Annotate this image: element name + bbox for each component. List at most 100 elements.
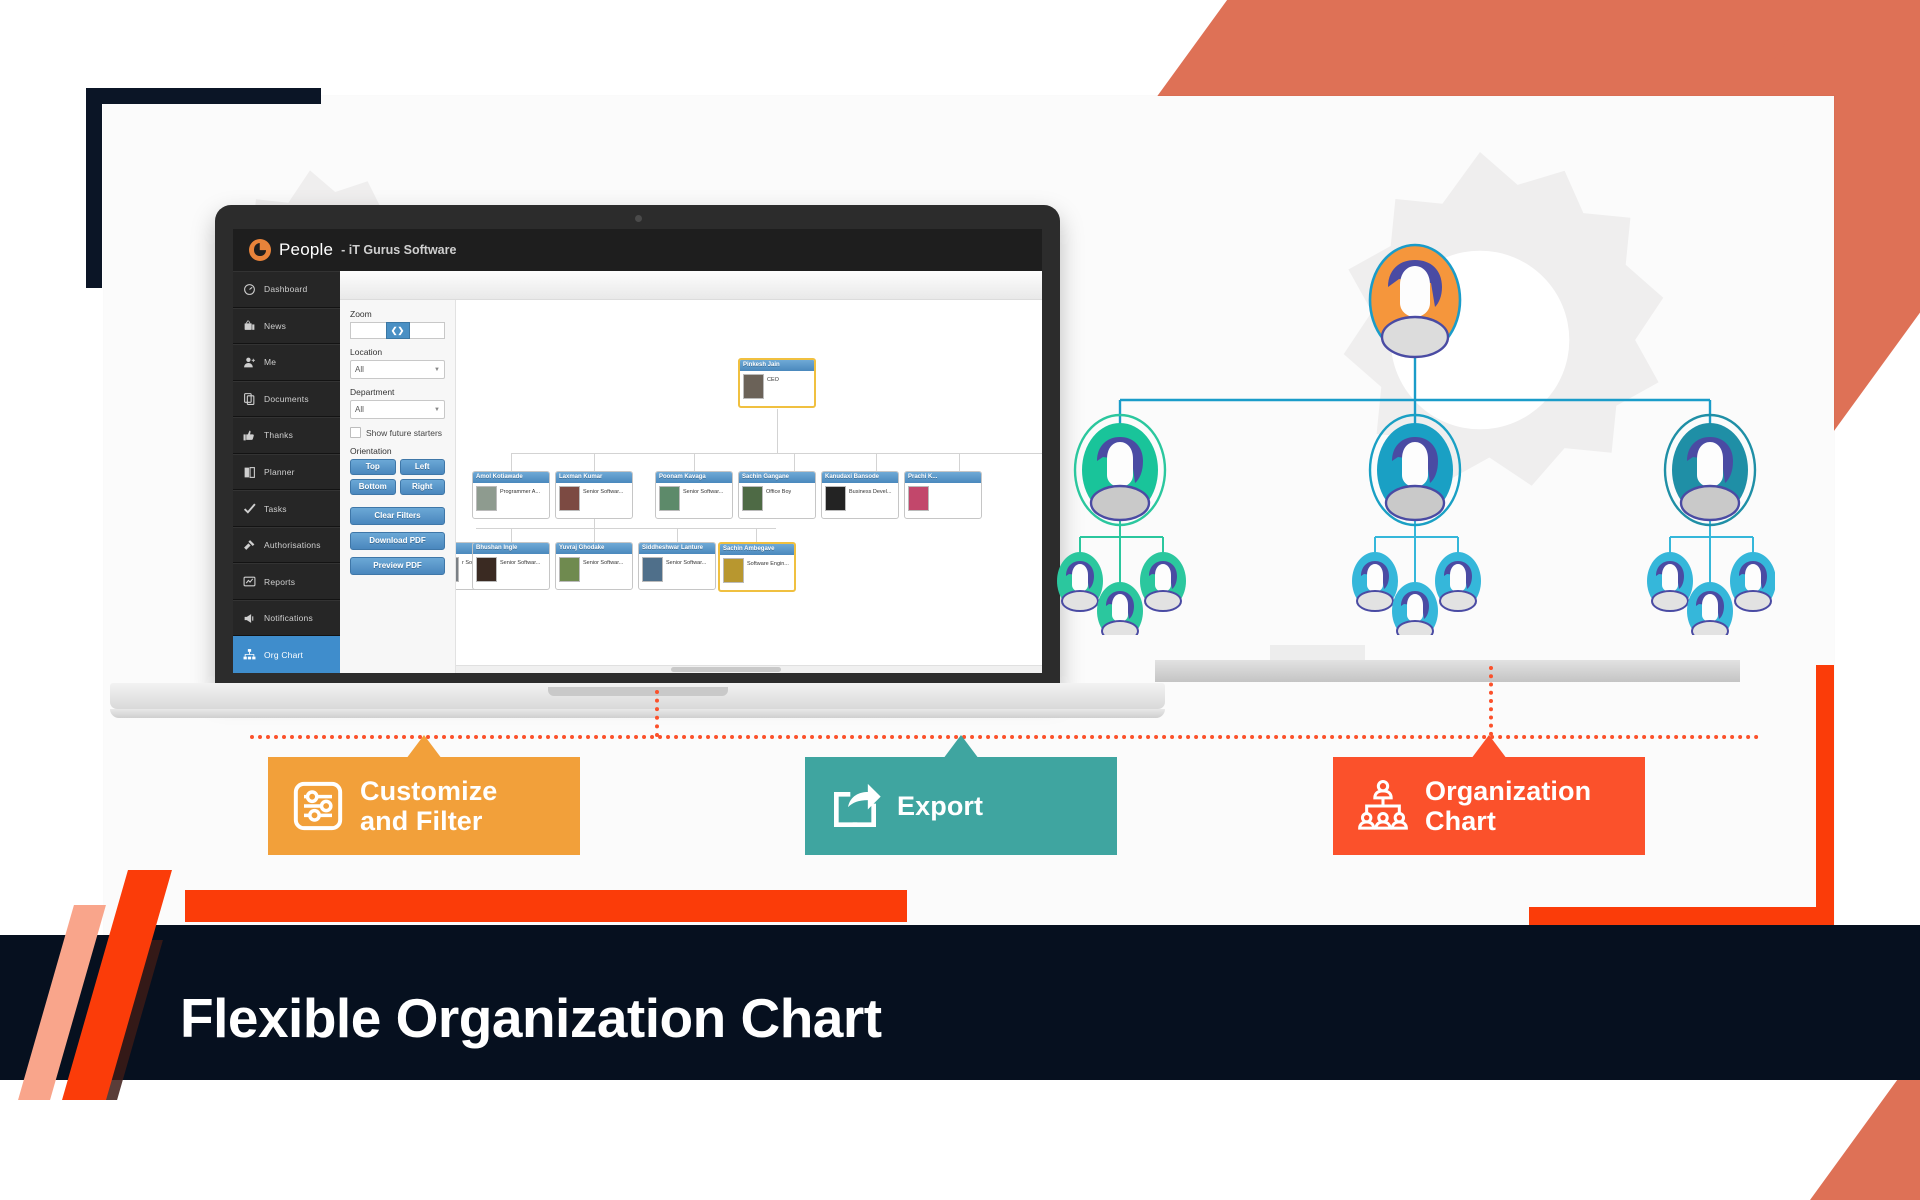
sidebar-item-notifications[interactable]: Notifications bbox=[233, 599, 340, 637]
connector bbox=[959, 453, 960, 471]
org-node[interactable]: Laxman Kumar Senior Softwar... bbox=[555, 471, 633, 519]
callout-line-2: and Filter bbox=[360, 806, 483, 836]
location-select[interactable]: All ▼ bbox=[350, 360, 445, 379]
org-node-body: Software Engin... bbox=[720, 555, 794, 590]
sidebar-item-reports[interactable]: Reports bbox=[233, 563, 340, 600]
app-content: Zoom ❮❯ Location All ▼ Department All ▼ … bbox=[340, 271, 1042, 673]
callout-pointer bbox=[406, 735, 442, 759]
show-future-starters-label: Show future starters bbox=[366, 427, 443, 438]
illus-node-report bbox=[1647, 552, 1693, 612]
org-node-name: Siddheshwar Lanture bbox=[639, 543, 715, 554]
org-chart-canvas[interactable]: Pinkesh Jain CEO Amol Kotiawade Programm… bbox=[455, 300, 1042, 673]
zoom-slider[interactable]: ❮❯ bbox=[350, 322, 445, 339]
person-icon bbox=[242, 355, 257, 370]
org-node-name: Prachi K... bbox=[905, 472, 981, 483]
preview-pdf-button[interactable]: Preview PDF bbox=[350, 557, 445, 575]
orientation-right-button[interactable]: Right bbox=[399, 479, 445, 495]
sidebar-item-news[interactable]: News bbox=[233, 307, 340, 345]
callout-export[interactable]: Export bbox=[805, 735, 1117, 855]
org-node-body: CEO bbox=[740, 371, 814, 406]
org-node[interactable]: Amol Kotiawade Programmer A... bbox=[472, 471, 550, 519]
callout-line-1: Organization bbox=[1425, 775, 1592, 806]
decor-orange-corner-vertical bbox=[1816, 665, 1834, 925]
laptop-screen: People - iT Gurus Software Dashboard New… bbox=[233, 229, 1042, 673]
callout-organization-chart[interactable]: Organization Chart bbox=[1333, 735, 1645, 855]
dotted-connector-vertical-illustration bbox=[1489, 666, 1493, 736]
org-node[interactable]: Siddheshwar Lanture Senior Softwar... bbox=[638, 542, 716, 590]
sidebar-item-me[interactable]: Me bbox=[233, 344, 340, 381]
laptop-mockup: People - iT Gurus Software Dashboard New… bbox=[110, 205, 1165, 718]
org-node[interactable]: Kanudaxi Bansode Business Devel... bbox=[821, 471, 899, 519]
org-node-selected[interactable]: Sachin Ambegave Software Engin... bbox=[718, 542, 796, 592]
decor-navy-corner-top bbox=[86, 88, 321, 104]
zoom-track-left bbox=[350, 322, 386, 339]
download-pdf-button[interactable]: Download PDF bbox=[350, 532, 445, 550]
sidebar-item-org-chart[interactable]: Org Chart bbox=[233, 636, 340, 673]
org-node[interactable]: Sachin Gangane Office Boy bbox=[738, 471, 816, 519]
org-node-body: Office Boy bbox=[739, 483, 815, 518]
org-node[interactable]: Bhushan Ingle Senior Softwar... bbox=[472, 542, 550, 590]
sidebar-item-dashboard[interactable]: Dashboard bbox=[233, 271, 340, 308]
people-logo-icon bbox=[249, 239, 271, 261]
sidebar-item-authorisations[interactable]: Authorisations bbox=[233, 526, 340, 564]
avatar bbox=[559, 557, 580, 582]
org-node-name: Bhushan Ingle bbox=[473, 543, 549, 554]
org-node-body bbox=[905, 483, 981, 518]
org-node-role: Business Devel... bbox=[849, 489, 892, 495]
org-node-body: Business Devel... bbox=[822, 483, 898, 518]
clear-filters-button[interactable]: Clear Filters bbox=[350, 507, 445, 525]
orientation-left-button[interactable]: Left bbox=[399, 459, 445, 475]
avatar bbox=[742, 486, 763, 511]
callout-label: Organization Chart bbox=[1425, 776, 1591, 836]
org-node[interactable]: Prachi K... bbox=[904, 471, 982, 519]
resize-horizontal-icon[interactable]: ❮❯ bbox=[385, 322, 410, 339]
sidebar-item-label: Planner bbox=[264, 467, 295, 477]
avatar bbox=[476, 486, 497, 511]
avatar bbox=[908, 486, 929, 511]
connector bbox=[511, 453, 512, 471]
sliders-filter-icon bbox=[290, 778, 346, 834]
connector bbox=[677, 528, 678, 542]
show-future-starters-checkbox[interactable] bbox=[350, 427, 361, 438]
illus-node-report bbox=[1392, 582, 1438, 642]
scrollbar-thumb[interactable] bbox=[671, 667, 781, 672]
location-value: All bbox=[355, 365, 364, 374]
orientation-top-button[interactable]: Top bbox=[350, 459, 396, 475]
connector bbox=[876, 453, 877, 471]
horizontal-scrollbar[interactable] bbox=[456, 665, 1042, 673]
zoom-track-right bbox=[409, 322, 445, 339]
department-select[interactable]: All ▼ bbox=[350, 400, 445, 419]
sidebar-item-planner[interactable]: Planner bbox=[233, 453, 340, 491]
org-node-name: Laxman Kumar bbox=[556, 472, 632, 483]
org-node-name: Amol Kotiawade bbox=[473, 472, 549, 483]
sidebar-item-label: News bbox=[264, 320, 287, 331]
decor-orange-bar bbox=[185, 890, 907, 922]
laptop-lid: People - iT Gurus Software Dashboard New… bbox=[215, 205, 1060, 690]
callout-label: Customize and Filter bbox=[360, 776, 497, 836]
sidebar-item-label: Notifications bbox=[264, 613, 313, 624]
org-node-name: Pinkesh Jain bbox=[740, 360, 814, 371]
illus-node-report bbox=[1097, 582, 1143, 642]
org-node[interactable]: Yuvraj Ghodake Senior Softwar... bbox=[555, 542, 633, 590]
app-header: People - iT Gurus Software bbox=[233, 229, 1042, 271]
sidebar-item-thanks[interactable]: Thanks bbox=[233, 417, 340, 454]
documents-icon bbox=[242, 391, 257, 406]
callout-customize-and-filter[interactable]: Customize and Filter bbox=[268, 735, 580, 855]
org-node-body: Senior Softwar... bbox=[556, 554, 632, 589]
org-chart-icon bbox=[242, 647, 257, 662]
sidebar-item-documents[interactable]: Documents bbox=[233, 380, 340, 418]
callout-pointer bbox=[943, 735, 979, 759]
org-node[interactable]: Poonam Kavaga Senior Softwar... bbox=[655, 471, 733, 519]
app-brand: People bbox=[279, 240, 334, 259]
show-future-starters-row[interactable]: Show future starters bbox=[350, 427, 445, 438]
news-tv-icon bbox=[242, 318, 257, 333]
org-node-role: Senior Softwar... bbox=[666, 560, 707, 566]
sidebar-item-label: Tasks bbox=[264, 503, 287, 514]
org-node-root[interactable]: Pinkesh Jain CEO bbox=[738, 358, 816, 408]
org-chart-illustration bbox=[1055, 215, 1776, 642]
sidebar-item-tasks[interactable]: Tasks bbox=[233, 490, 340, 527]
gavel-icon bbox=[242, 538, 257, 553]
orientation-bottom-button[interactable]: Bottom bbox=[350, 479, 396, 495]
illus-node-root bbox=[1368, 243, 1462, 359]
department-value: All bbox=[355, 405, 364, 414]
